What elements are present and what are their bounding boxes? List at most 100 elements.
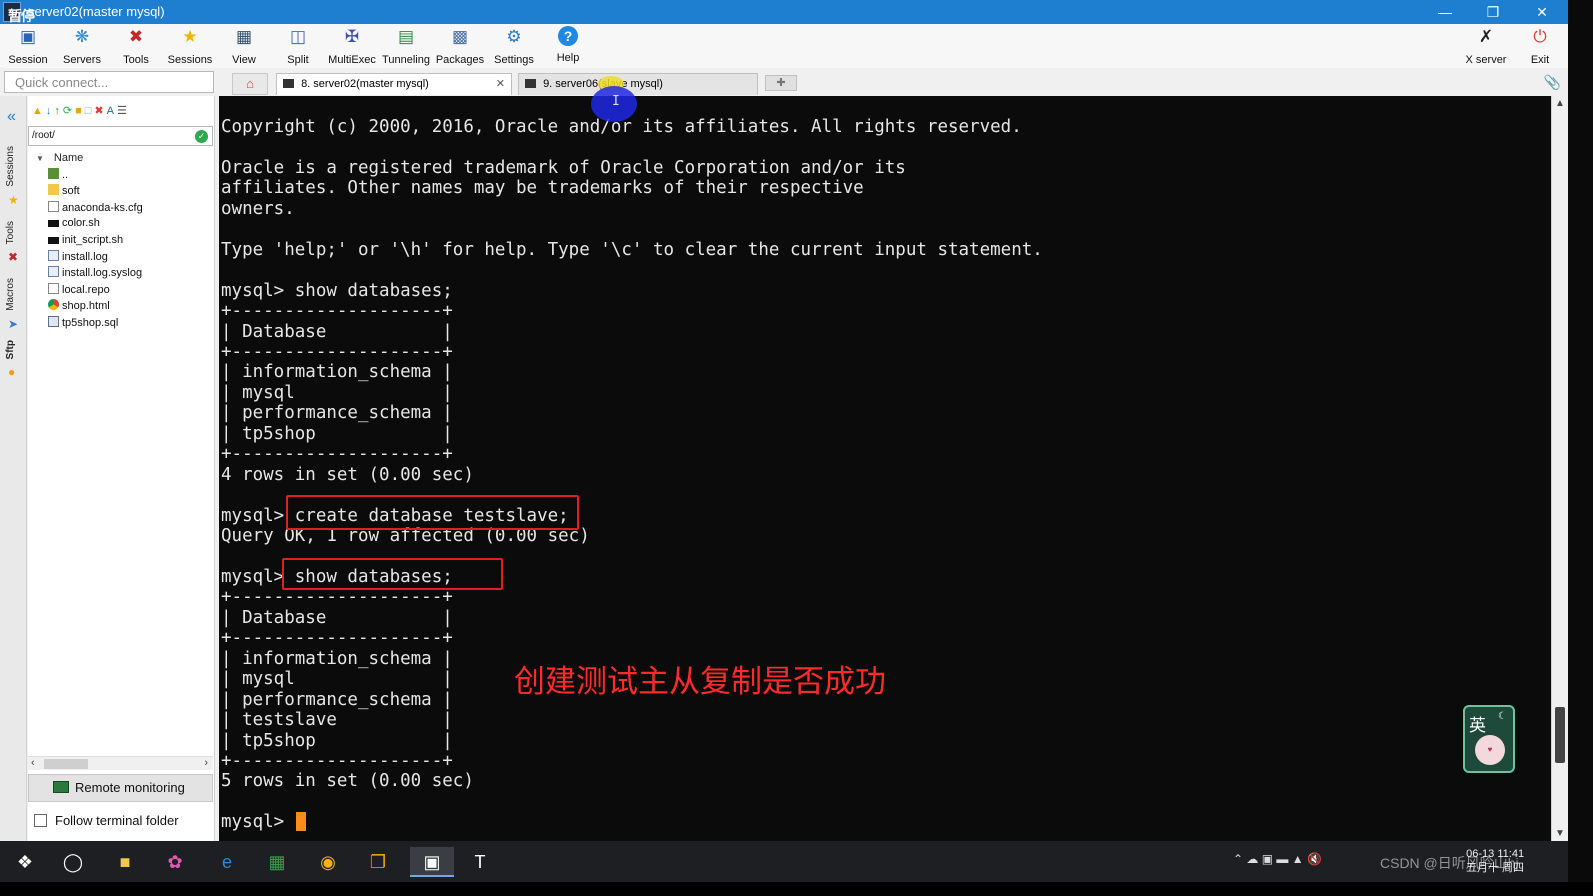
list-item[interactable]: soft [48, 184, 208, 200]
terminal-line: +--------------------+ [221, 444, 453, 465]
terminal-line: +--------------------+ [221, 341, 453, 362]
tab-server06[interactable]: 9. server06(slave mysql) [518, 73, 758, 95]
scroll-down-icon[interactable]: ▼ [1555, 828, 1565, 839]
scroll-thumb[interactable] [1555, 707, 1565, 763]
checkbox-box[interactable] [34, 814, 47, 827]
close-icon[interactable]: ✕ [1527, 2, 1557, 22]
list-item[interactable]: install.log [48, 249, 208, 266]
refresh-icon[interactable]: ⟳ [63, 105, 75, 117]
spreadsheet-app-icon[interactable]: ▦ [262, 847, 292, 877]
sessions-label: Sessions [167, 54, 213, 66]
terminal-line: mysql> show databases; [221, 280, 453, 301]
multiexec-button[interactable]: ✠ MultiExec [324, 26, 380, 66]
tools-icon: ✖ [128, 27, 144, 46]
settings-button[interactable]: ⚙ Settings [486, 26, 542, 66]
file-horizontal-scrollbar[interactable]: ‹ › [28, 756, 213, 770]
scroll-thumb[interactable] [44, 759, 88, 769]
shell-file-icon [48, 236, 59, 244]
parent-dir-icon[interactable]: ▲ [32, 105, 46, 117]
tunneling-button[interactable]: ▤ Tunneling [378, 26, 434, 66]
packages-label: Packages [435, 54, 485, 66]
ime-widget[interactable]: 英 ☾ ♥ [1463, 705, 1515, 773]
delete-icon[interactable]: ✖ [94, 105, 106, 117]
sidebar-tab-sftp[interactable]: Sftp [5, 340, 16, 359]
tab-server02[interactable]: 8. server02(master mysql) ✕ [276, 73, 512, 95]
tab-close-icon[interactable]: ✕ [496, 77, 505, 90]
new-tab-button[interactable]: ✚ [765, 75, 797, 91]
terminal-pane[interactable]: Copyright (c) 2000, 2016, Oracle and/or … [219, 96, 1551, 841]
terminal-vertical-scrollbar[interactable]: ▲ ▼ [1551, 96, 1568, 841]
taskbar-clock[interactable]: 06-13 11:41 五月十 周四 [1466, 847, 1524, 875]
file-explorer-icon[interactable]: ■ [110, 847, 140, 877]
scroll-right-icon[interactable]: › [204, 757, 208, 769]
tab-server02-label: 8. server02(master mysql) [301, 78, 429, 90]
color-wheel-app-icon[interactable]: ✿ [160, 847, 190, 877]
terminal-line: | tp5shop | [221, 423, 453, 444]
collapse-arrow-icon[interactable]: « [7, 108, 16, 126]
tools-label: Tools [123, 54, 149, 66]
list-item[interactable]: init_script.sh [48, 234, 208, 250]
permissions-icon[interactable]: ☰ [117, 105, 130, 117]
list-item[interactable]: anaconda-ks.cfg [48, 200, 208, 217]
windows-start-icon[interactable]: ❖ [10, 847, 40, 877]
multiexec-label: MultiExec [328, 54, 376, 66]
packages-icon: ▩ [451, 27, 469, 46]
maximize-icon[interactable]: ❐ [1478, 2, 1508, 22]
list-item[interactable]: local.repo [48, 282, 208, 299]
chrome-icon[interactable]: ◉ [313, 847, 343, 877]
tools-button[interactable]: ✖ Tools [108, 26, 164, 66]
ime-language: 英 [1469, 716, 1486, 736]
upload-icon[interactable]: ↑ [54, 105, 63, 117]
heart-sticker-icon: ♥ [1475, 735, 1505, 765]
sessions-button[interactable]: ★ Sessions [162, 26, 218, 66]
bottom-strip [0, 882, 1593, 896]
scroll-left-icon[interactable]: ‹ [31, 757, 35, 769]
list-item[interactable]: color.sh [48, 217, 208, 233]
rename-icon[interactable]: A [107, 105, 117, 117]
quick-connect-input[interactable]: Quick connect... [4, 71, 214, 93]
servers-button[interactable]: ❋ Servers [54, 26, 110, 66]
text-app-icon[interactable]: T [465, 847, 495, 877]
clock-date: 五月十 周四 [1466, 862, 1525, 874]
sidebar-tab-sessions[interactable]: Sessions [5, 146, 16, 187]
tray-icons[interactable]: ⌃ ☁ ▣ ▬ ▲ 🔇 [1233, 852, 1322, 866]
remote-monitoring-button[interactable]: Remote monitoring [28, 774, 213, 802]
log-file-icon [48, 266, 59, 278]
list-item[interactable]: install.log.syslog [48, 266, 208, 282]
paperclip-icon[interactable]: 📎 [1544, 74, 1561, 91]
terminal-line: | performance_schema | [221, 689, 453, 710]
list-item[interactable]: tp5shop.sql [48, 315, 208, 332]
tunneling-label: Tunneling [382, 54, 430, 66]
terminal-line: +--------------------+ [221, 750, 453, 771]
home-tab-icon[interactable]: ⌂ [232, 73, 268, 95]
packages-button[interactable]: ▩ Packages [432, 26, 488, 66]
path-input[interactable]: /root/ ✓ [28, 126, 213, 146]
search-icon[interactable]: ◯ [58, 847, 88, 877]
app-window-icon[interactable]: ❐ [363, 847, 393, 877]
mobaxterm-taskbar-icon[interactable]: ▣ [410, 847, 454, 877]
list-item[interactable]: shop.html [48, 299, 208, 315]
edge-browser-icon[interactable]: e [212, 847, 242, 877]
split-button[interactable]: ◫ Split [270, 26, 326, 66]
xserver-button[interactable]: ✗ X server [1458, 26, 1514, 66]
scroll-up-icon[interactable]: ▲ [1555, 98, 1565, 109]
help-button[interactable]: ? Help [540, 26, 596, 66]
exit-button[interactable]: ⏻ Exit [1512, 26, 1568, 66]
follow-terminal-checkbox[interactable]: Follow terminal folder [34, 813, 179, 828]
terminal-line: | tp5shop | [221, 730, 453, 751]
minimize-icon[interactable]: — [1430, 2, 1460, 22]
sidebar-tab-tools[interactable]: Tools [5, 221, 16, 244]
path-ok-icon[interactable]: ✓ [195, 130, 208, 143]
terminal-line: | mysql | [221, 669, 453, 690]
terminal-line: 5 rows in set (0.00 sec) [221, 771, 474, 792]
session-button[interactable]: ▣ Session [0, 26, 56, 66]
new-folder-icon[interactable]: ■ [75, 105, 85, 117]
list-item[interactable]: .. [48, 168, 208, 184]
clock-time: 06-13 11:41 [1466, 848, 1525, 860]
new-file-icon[interactable]: □ [85, 105, 95, 117]
file-name: .. [62, 169, 69, 181]
sidebar-tab-macros[interactable]: Macros [5, 278, 16, 311]
view-button[interactable]: ▦ View [216, 26, 272, 66]
name-column-header[interactable]: ▼ Name [36, 152, 83, 164]
shell-file-icon [48, 220, 59, 228]
